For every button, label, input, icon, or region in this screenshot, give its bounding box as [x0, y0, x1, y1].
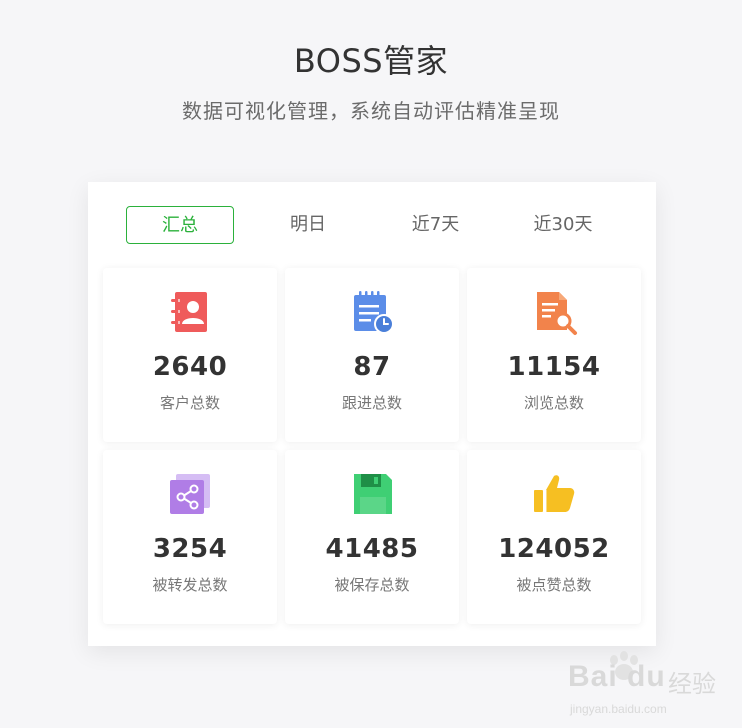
stat-tile-views[interactable]: 11154 浏览总数 [467, 268, 641, 442]
stat-value: 87 [353, 352, 391, 382]
stat-label: 客户总数 [159, 394, 220, 412]
stat-tile-liked[interactable]: 124052 被点赞总数 [467, 450, 641, 624]
baidu-jingyan-watermark: Bai du 经验 jingyan.baidu.com [566, 648, 736, 724]
stat-label: 被保存总数 [334, 576, 410, 594]
period-tabs: 汇总 明日 近7天 近30天 [88, 206, 656, 244]
page-subtitle: 数据可视化管理，系统自动评估精准呈现 [182, 99, 560, 123]
save-icon [354, 474, 392, 514]
tab-last-30-days[interactable]: 近30天 [503, 206, 623, 244]
stat-label: 浏览总数 [523, 394, 584, 412]
stat-tile-customers[interactable]: 2640 客户总数 [103, 268, 277, 442]
stat-value: 41485 [325, 534, 419, 564]
contacts-icon [171, 292, 207, 332]
tab-last-7-days[interactable]: 近7天 [378, 206, 493, 244]
watermark-suffix: 经验 [668, 671, 716, 698]
document-search-icon [537, 292, 577, 335]
stat-tile-followups[interactable]: 87 跟进总数 [285, 268, 459, 442]
stat-tile-shared[interactable]: 3254 被转发总数 [103, 450, 277, 624]
stat-value: 124052 [498, 534, 610, 564]
stat-value: 2640 [152, 352, 228, 382]
tab-summary[interactable]: 汇总 [126, 206, 234, 244]
watermark-url: jingyan.baidu.com [570, 702, 667, 716]
calendar-clock-icon [354, 291, 394, 334]
tab-tomorrow[interactable]: 明日 [253, 206, 363, 244]
page-title: BOSS管家 [293, 42, 449, 80]
stat-value: 11154 [507, 352, 601, 382]
share-icon [170, 474, 210, 514]
stat-tile-saved[interactable]: 41485 被保存总数 [285, 450, 459, 624]
stat-label: 跟进总数 [341, 394, 402, 412]
stat-label: 被点赞总数 [516, 576, 592, 594]
thumbs-up-icon [534, 475, 575, 512]
stats-card: 汇总 明日 近7天 近30天 2640 客户总数 87 跟进总数 11154 浏… [88, 182, 656, 646]
watermark-brand: Bai du [568, 660, 666, 693]
stat-value: 3254 [152, 534, 228, 564]
stat-label: 被转发总数 [152, 576, 228, 594]
